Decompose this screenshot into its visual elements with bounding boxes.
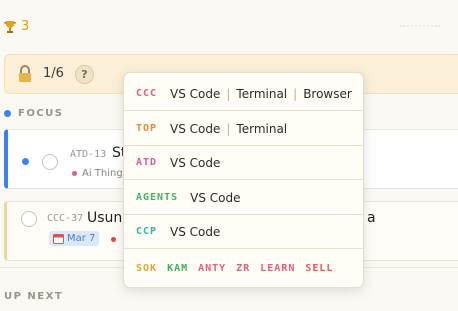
focus-dot (4, 110, 11, 117)
focus-section-header: FOCUS (4, 108, 64, 119)
trophy-icon (4, 20, 16, 33)
workspace-row-ccp[interactable]: CCP VS Code (124, 215, 363, 249)
app-terminal[interactable]: Terminal (236, 122, 287, 136)
app-browser[interactable]: Browser (303, 87, 352, 101)
separator: | (293, 86, 298, 101)
app-vscode[interactable]: VS Code (170, 156, 220, 170)
task-tag: Ai Thing (72, 168, 123, 179)
workspace-code-sok[interactable]: SOK (136, 263, 157, 274)
workspace-row-agents[interactable]: AGENTS VS Code (124, 181, 363, 215)
tag-label: Ai Thing (82, 168, 123, 179)
app-terminal[interactable]: Terminal (236, 87, 287, 101)
separator: | (226, 121, 231, 136)
task-checkbox[interactable] (21, 211, 37, 227)
due-date: Mar 7 (67, 233, 96, 244)
calendar-icon (53, 234, 64, 244)
workspace-code-kam[interactable]: KAM (167, 263, 188, 274)
workspace-shortcuts: SOK KAM ANTY ZR LEARN SELL (136, 263, 333, 274)
focus-indicator (22, 158, 29, 165)
due-date-badge: Mar 7 (49, 231, 100, 246)
workspace-code: ATD (136, 157, 158, 168)
workspace-code: CCP (136, 226, 158, 237)
up-next-label: UP NEXT (4, 291, 64, 302)
app-vscode[interactable]: VS Code (170, 122, 220, 136)
workspace-popover: CCC VS Code | Terminal | Browser TOP VS … (123, 72, 364, 288)
task-title-tail: a (367, 210, 376, 226)
priority-dot (111, 237, 116, 242)
task-id: CCC-37 (47, 213, 84, 224)
workspace-row-top[interactable]: TOP VS Code | Terminal (124, 112, 363, 146)
help-button[interactable]: ? (75, 65, 94, 84)
workspace-code-anty[interactable]: ANTY (198, 263, 226, 274)
task-checkbox[interactable] (42, 154, 58, 170)
trophy-counter: 3 (3, 19, 29, 34)
workspace-code: TOP (136, 123, 158, 134)
lock-count: 1/6 (43, 66, 64, 81)
focus-label: FOCUS (18, 108, 64, 119)
workspace-row-atd[interactable]: ATD VS Code (124, 146, 363, 180)
lock-icon (19, 65, 31, 82)
workspace-code: AGENTS (136, 192, 179, 203)
app-vscode[interactable]: VS Code (170, 225, 220, 239)
workspace-code: CCC (136, 88, 158, 99)
separator: | (226, 86, 231, 101)
workspace-row-ccc[interactable]: CCC VS Code | Terminal | Browser (124, 77, 363, 111)
workspace-code-learn[interactable]: LEARN (260, 263, 295, 274)
tag-dot (72, 171, 77, 176)
task-id: ATD-13 (70, 149, 107, 160)
workspace-code-sell[interactable]: SELL (305, 263, 333, 274)
app-vscode[interactable]: VS Code (170, 87, 220, 101)
divider (400, 25, 440, 27)
workspace-code-zr[interactable]: ZR (236, 263, 250, 274)
trophy-count: 3 (21, 19, 30, 34)
app-vscode[interactable]: VS Code (190, 191, 240, 205)
